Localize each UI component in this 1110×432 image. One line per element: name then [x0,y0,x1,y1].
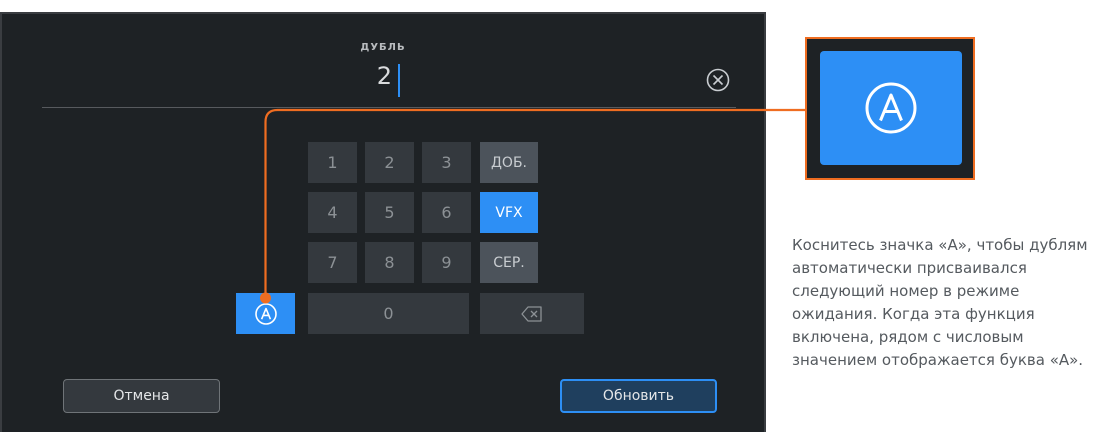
callout-zoom-frame [805,37,975,180]
manual-page: ДУБЛЬ 2 1 2 3 ДОБ. 4 5 6 VFX 7 8 9 СЕР. [0,0,1110,432]
zoomed-auto-button [820,51,962,165]
callout-description: Коснитесь значка «А», чтобы дублям автом… [792,236,1088,369]
circled-a-icon [865,82,917,134]
